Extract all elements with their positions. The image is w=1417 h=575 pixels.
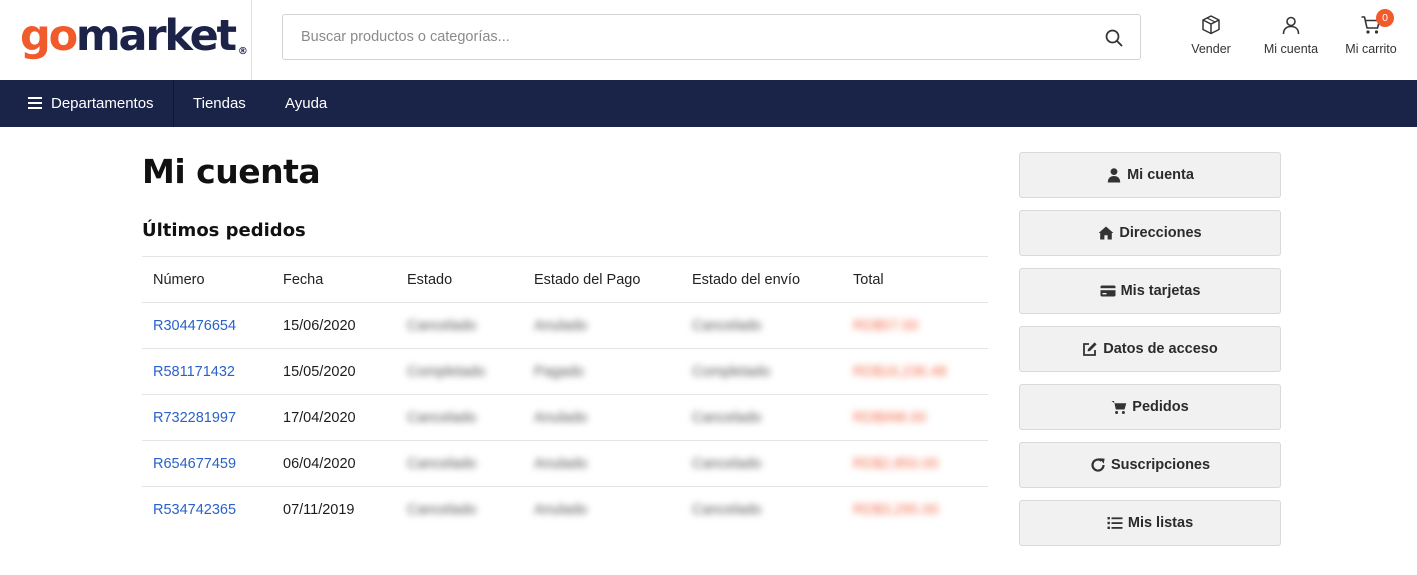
nav-departments[interactable]: Departamentos [0,80,174,127]
logo-container: gomarket ® [0,0,252,80]
sidebar-item-my-account[interactable]: Mi cuenta [1019,152,1281,198]
main-nav: Departamentos Tiendas Ayuda [0,80,1417,127]
shopping-cart-icon [1111,399,1127,415]
edit-icon [1082,341,1098,357]
order-status: Cancelado [407,502,477,518]
payment-status: Anulado [534,456,588,472]
table-header-row: Número Fecha Estado Estado del Pago Esta… [142,256,988,302]
nav-help[interactable]: Ayuda [285,80,327,127]
my-account-label: Mi cuenta [1263,42,1319,56]
sidebar-item-label: Mi cuenta [1127,167,1194,183]
order-number-link[interactable]: R654677459 [153,441,236,487]
order-date: 15/05/2020 [283,364,356,380]
sidebar-item-label: Direcciones [1119,225,1202,241]
hamburger-icon [28,97,42,109]
account-sidebar: Mi cuenta Direcciones Mis tarjetas Datos… [1019,152,1281,558]
order-status: Cancelado [407,456,477,472]
user-icon [1106,167,1122,183]
table-row: R304476654 15/06/2020 Cancelado Anulado … [142,302,988,348]
user-icon [1282,16,1300,35]
sidebar-item-addresses[interactable]: Direcciones [1019,210,1281,256]
credit-card-icon [1100,283,1116,299]
site-header: gomarket® Vender Mi cuenta 0 Mi carrito [0,0,1417,80]
sidebar-item-orders[interactable]: Pedidos [1019,384,1281,430]
payment-status: Anulado [534,502,588,518]
nav-stores[interactable]: Tiendas [193,80,246,127]
order-date: 15/06/2020 [283,318,356,334]
sidebar-item-access-data[interactable]: Datos de acceso [1019,326,1281,372]
sidebar-item-label: Mis listas [1127,515,1194,531]
order-number-link[interactable]: R534742365 [153,487,236,533]
orders-table: Número Fecha Estado Estado del Pago Esta… [142,256,988,532]
order-number-link[interactable]: R304476654 [153,303,236,349]
search-bar [282,14,1141,60]
shipping-status: Completado [692,364,771,380]
payment-status: Anulado [534,318,588,334]
table-row: R732281997 17/04/2020 Cancelado Anulado … [142,394,988,440]
shipping-status: Cancelado [692,318,762,334]
search-input[interactable] [283,15,1083,59]
order-number-link[interactable]: R732281997 [153,395,236,441]
page-title: Mi cuenta [142,152,321,191]
order-total: RD$57.00 [853,318,919,334]
sidebar-item-subscriptions[interactable]: Suscripciones [1019,442,1281,488]
shipping-status: Cancelado [692,410,762,426]
gomarket-logo[interactable]: gomarket ® [20,8,248,64]
shipping-status: Cancelado [692,456,762,472]
column-header-status: Estado [407,272,453,288]
order-date: 17/04/2020 [283,410,356,426]
order-total: RD$998.00 [853,410,927,426]
sidebar-item-label: Datos de acceso [1103,341,1218,357]
cart-label: Mi carrito [1345,42,1397,56]
box-icon [1202,15,1220,35]
order-total: RD$16,236.48 [853,364,947,380]
order-number-link[interactable]: R581171432 [153,349,235,395]
home-icon [1098,225,1114,241]
shipping-status: Cancelado [692,502,762,518]
order-status: Completado [407,364,486,380]
sidebar-item-label: Mis tarjetas [1120,283,1201,299]
nav-departments-label: Departamentos [51,95,154,112]
sell-button[interactable]: Vender [1186,10,1236,66]
recent-orders-title: Últimos pedidos [142,220,306,241]
list-icon [1107,515,1123,531]
order-status: Cancelado [407,410,477,426]
column-header-shipping-status: Estado del envío [692,272,801,288]
column-header-date: Fecha [283,272,324,288]
order-total: RD$2,850.00 [853,456,939,472]
payment-status: Anulado [534,410,588,426]
search-icon[interactable] [1104,28,1124,48]
refresh-icon [1090,457,1106,473]
cart-button[interactable]: 0 Mi carrito [1340,9,1402,66]
payment-status: Pagado [534,364,584,380]
table-row: R581171432 15/05/2020 Completado Pagado … [142,348,988,394]
my-account-button[interactable]: Mi cuenta [1260,10,1322,66]
order-date: 07/11/2019 [283,502,355,518]
column-header-total: Total [853,272,884,288]
order-total: RD$3,295.00 [853,502,939,518]
sidebar-item-cards[interactable]: Mis tarjetas [1019,268,1281,314]
sell-label: Vender [1191,42,1231,56]
order-date: 06/04/2020 [283,456,356,472]
table-row: R654677459 06/04/2020 Cancelado Anulado … [142,440,988,486]
sidebar-item-label: Suscripciones [1110,457,1211,473]
sidebar-item-label: Pedidos [1132,399,1189,415]
column-header-number: Número [153,272,205,288]
column-header-payment-status: Estado del Pago [534,272,641,288]
cart-count-badge: 0 [1376,9,1394,27]
sidebar-item-my-lists[interactable]: Mis listas [1019,500,1281,546]
order-status: Cancelado [407,318,477,334]
table-row: R534742365 07/11/2019 Cancelado Anulado … [142,486,988,532]
